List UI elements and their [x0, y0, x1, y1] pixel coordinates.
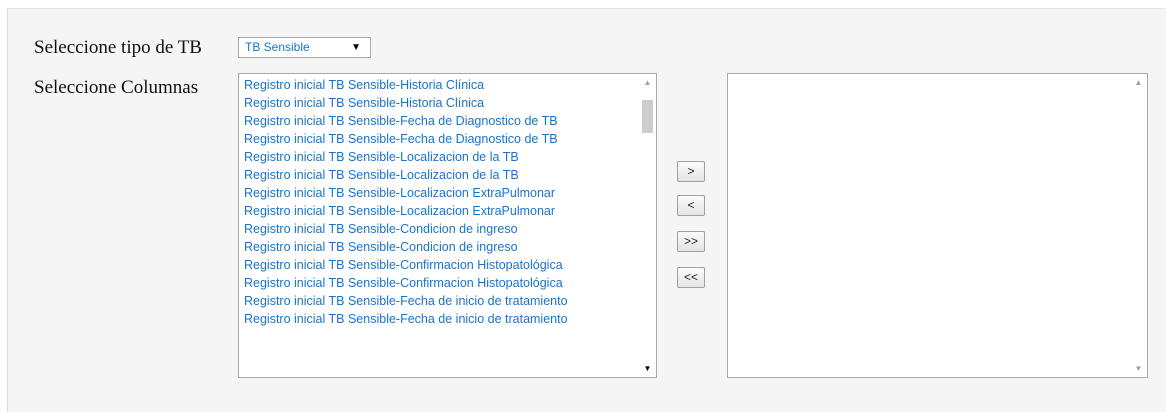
column-option[interactable]: Registro inicial TB Sensible-Localizacio…	[244, 148, 636, 166]
scroll-up-icon[interactable]: ▲	[639, 78, 656, 87]
tb-type-select[interactable]: TB Sensible ▼	[238, 37, 371, 58]
column-option[interactable]: Registro inicial TB Sensible-Historia Cl…	[244, 94, 636, 112]
column-option[interactable]: Registro inicial TB Sensible-Fecha de Di…	[244, 130, 636, 148]
tb-type-label: Seleccione tipo de TB	[34, 37, 202, 58]
selected-columns-listbox[interactable]: ▲ ▼	[727, 73, 1148, 378]
column-option[interactable]: Registro inicial TB Sensible-Confirmacio…	[244, 256, 636, 274]
scrollbar-thumb[interactable]	[642, 100, 653, 133]
available-columns-scrollbar[interactable]: ▲ ▼	[639, 74, 656, 377]
remove-column-button[interactable]: <	[677, 195, 705, 216]
available-columns-options: Registro inicial TB Sensible-Historia Cl…	[244, 76, 636, 328]
column-option[interactable]: Registro inicial TB Sensible-Fecha de in…	[244, 292, 636, 310]
tb-type-selected-value: TB Sensible	[245, 40, 310, 54]
scroll-up-icon[interactable]: ▲	[1130, 78, 1147, 87]
available-columns-listbox[interactable]: Registro inicial TB Sensible-Historia Cl…	[238, 73, 657, 378]
remove-all-columns-button[interactable]: <<	[677, 267, 705, 288]
columns-label: Seleccione Columnas	[34, 77, 199, 98]
column-option[interactable]: Registro inicial TB Sensible-Confirmacio…	[244, 274, 636, 292]
selected-columns-scrollbar[interactable]: ▲ ▼	[1130, 74, 1147, 377]
column-option[interactable]: Registro inicial TB Sensible-Localizacio…	[244, 184, 636, 202]
add-all-columns-button[interactable]: >>	[677, 231, 705, 252]
scroll-down-icon[interactable]: ▼	[1130, 364, 1147, 373]
column-option[interactable]: Registro inicial TB Sensible-Fecha de Di…	[244, 112, 636, 130]
column-option[interactable]: Registro inicial TB Sensible-Localizacio…	[244, 202, 636, 220]
scroll-down-icon[interactable]: ▼	[639, 364, 656, 373]
column-option[interactable]: Registro inicial TB Sensible-Condicion d…	[244, 220, 636, 238]
column-option[interactable]: Registro inicial TB Sensible-Fecha de in…	[244, 310, 636, 328]
column-option[interactable]: Registro inicial TB Sensible-Condicion d…	[244, 238, 636, 256]
add-column-button[interactable]: >	[677, 161, 705, 182]
form-panel: Seleccione tipo de TB TB Sensible ▼ Sele…	[7, 8, 1166, 412]
column-option[interactable]: Registro inicial TB Sensible-Historia Cl…	[244, 76, 636, 94]
column-option[interactable]: Registro inicial TB Sensible-Localizacio…	[244, 166, 636, 184]
chevron-down-icon: ▼	[351, 42, 361, 53]
